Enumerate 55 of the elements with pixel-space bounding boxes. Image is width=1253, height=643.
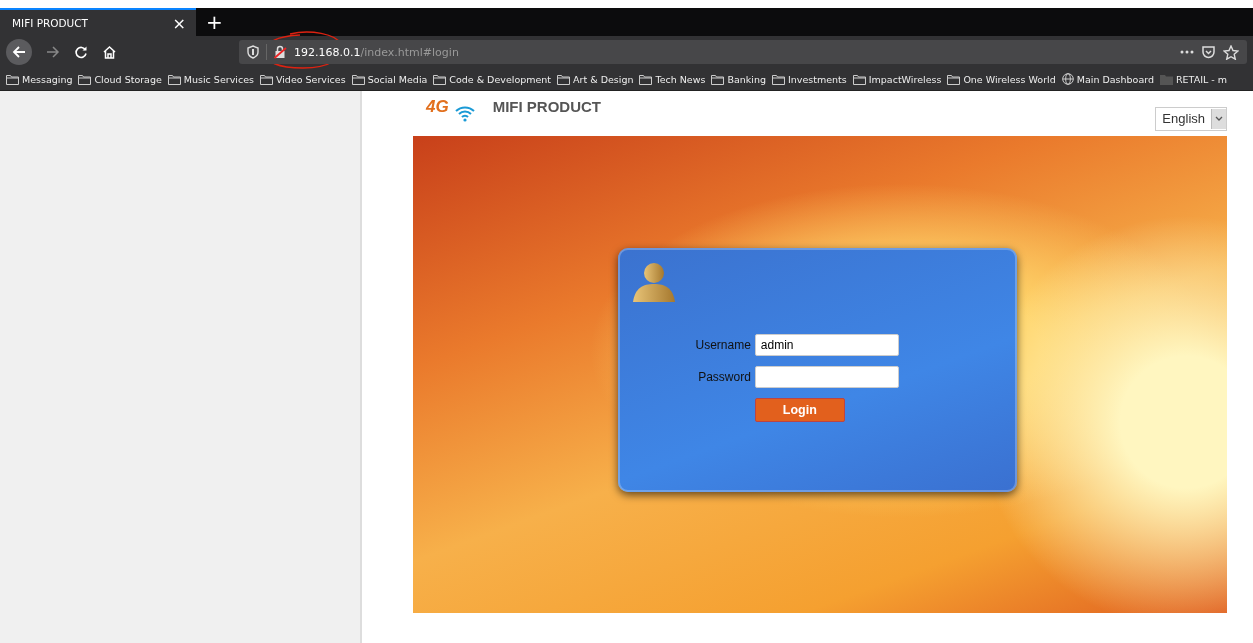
folder-icon [1160, 73, 1173, 85]
folder-icon [947, 73, 961, 85]
logo-text: 4G [426, 96, 449, 117]
folder-icon [852, 73, 866, 85]
folder-icon [259, 73, 273, 85]
bookmark-item[interactable]: Banking [711, 73, 766, 85]
bookmark-item[interactable]: ImpactWireless [852, 73, 942, 85]
insecure-lock-icon [274, 45, 287, 59]
bookmark-item[interactable]: Messaging [6, 73, 73, 85]
folder-icon [639, 73, 653, 85]
forward-arrow-icon[interactable] [46, 45, 60, 59]
bookmark-item[interactable]: Video Services [259, 73, 346, 85]
bookmark-item[interactable]: Main Dashboard [1061, 73, 1154, 85]
user-avatar-icon [631, 261, 676, 302]
bookmark-item[interactable]: Investments [772, 73, 847, 85]
folder-icon [711, 73, 725, 85]
browser-tab[interactable]: MIFI PRODUCT × [0, 8, 196, 36]
folder-icon [6, 73, 19, 85]
globe-icon [1061, 73, 1074, 85]
new-tab-button[interactable]: + [196, 8, 233, 36]
url-text: 192.168.0.1/index.html#login [294, 45, 459, 59]
bookmark-item[interactable]: One Wireless World [947, 73, 1056, 85]
address-bar[interactable]: 192.168.0.1/index.html#login [239, 40, 1247, 64]
folder-icon [167, 73, 181, 85]
folder-icon [351, 73, 365, 85]
bookmark-item[interactable]: Cloud Storage [78, 73, 162, 85]
more-actions-icon[interactable] [1180, 50, 1194, 54]
folder-icon [433, 73, 447, 85]
pocket-icon[interactable] [1201, 45, 1216, 59]
tab-title: MIFI PRODUCT [12, 17, 89, 29]
folder-icon [78, 73, 92, 85]
home-icon[interactable] [102, 45, 117, 59]
shield-icon [247, 45, 259, 59]
username-field[interactable]: admin [754, 333, 899, 356]
caret-icon [1215, 115, 1223, 122]
bookmark-item[interactable]: Code & Development [433, 73, 552, 85]
folder-icon [557, 73, 571, 85]
reload-icon[interactable] [74, 45, 88, 59]
username-label: Username [695, 337, 751, 352]
back-button[interactable] [6, 39, 32, 65]
star-icon[interactable] [1223, 44, 1239, 60]
close-tab-button[interactable]: × [172, 13, 186, 33]
language-select[interactable]: English [1155, 106, 1227, 131]
back-arrow-icon [12, 45, 26, 59]
bookmark-item[interactable]: Music Services [167, 73, 254, 85]
bookmark-item[interactable]: RETAIL - m [1160, 73, 1227, 85]
bookmark-item[interactable]: Tech News [639, 73, 706, 85]
folder-icon [772, 73, 785, 85]
product-title: MIFI PRODUCT [492, 98, 601, 115]
wifi-icon [454, 105, 475, 122]
bookmark-item[interactable]: Social Media [351, 73, 428, 85]
password-label: Password [697, 369, 751, 384]
bookmark-item[interactable]: Art & Design [557, 73, 634, 85]
login-button[interactable]: Login [754, 397, 845, 422]
password-field[interactable] [754, 365, 899, 388]
